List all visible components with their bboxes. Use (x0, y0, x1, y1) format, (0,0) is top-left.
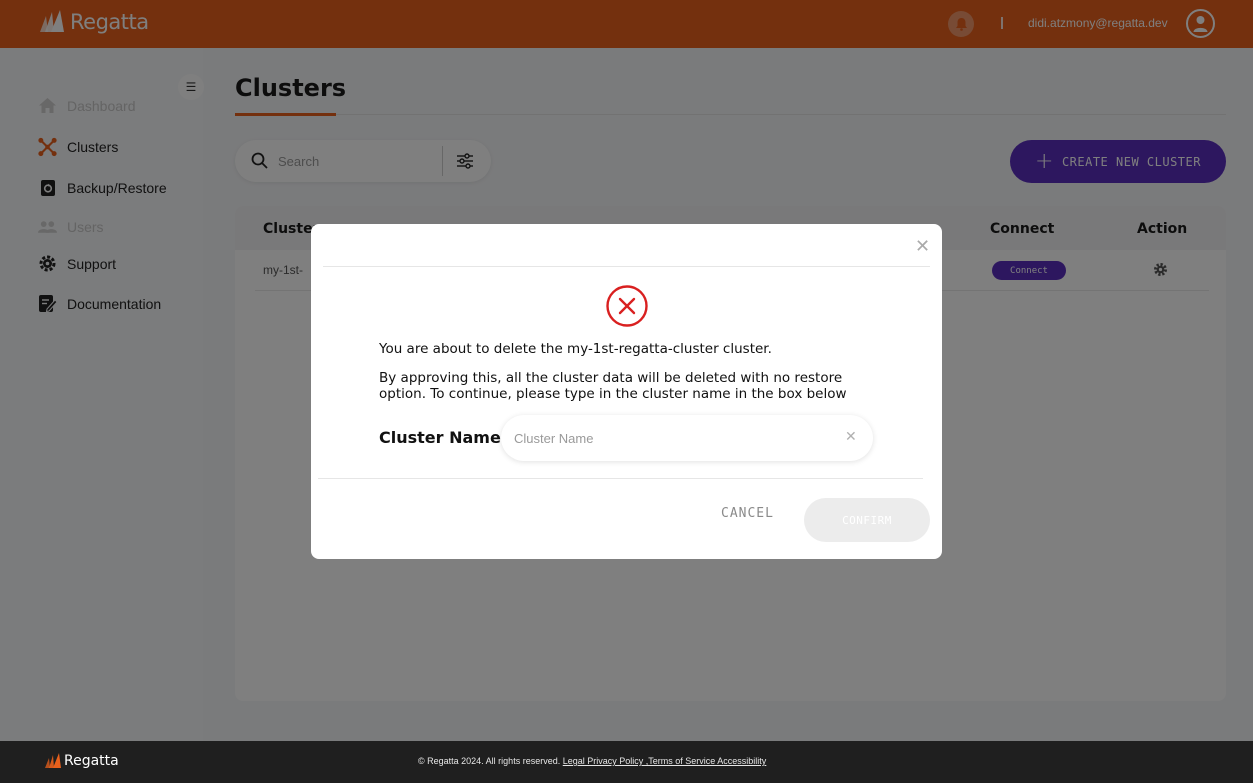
cluster-name-input[interactable] (501, 415, 873, 461)
close-icon[interactable]: ✕ (915, 238, 930, 256)
cancel-button[interactable]: CANCEL (721, 506, 774, 521)
error-circle-icon (606, 285, 648, 327)
delete-cluster-dialog: ✕ You are about to delete the my-1st-reg… (311, 224, 942, 559)
footer-logo: Regatta (44, 753, 119, 769)
cluster-name-label: Cluster Name: (379, 428, 508, 447)
clear-input-icon[interactable]: ✕ (845, 430, 857, 444)
footer-legal-links[interactable]: Legal Privacy Policy ,Terms of Service A… (563, 756, 767, 766)
footer-copyright: © Regatta 2024. All rights reserved. Leg… (418, 756, 766, 766)
delete-warning-message: You are about to delete the my-1st-regat… (379, 341, 772, 357)
delete-instructions-message: By approving this, all the cluster data … (379, 370, 847, 402)
modal-divider-top (323, 266, 930, 267)
footer: Regatta © Regatta 2024. All rights reser… (0, 741, 1253, 783)
copyright-text: © Regatta 2024. All rights reserved. (418, 756, 561, 766)
regatta-logo-icon (45, 753, 61, 768)
confirm-button[interactable]: CONFIRM (804, 498, 930, 542)
modal-divider-bottom (318, 478, 923, 479)
footer-app-name: Regatta (64, 753, 119, 769)
